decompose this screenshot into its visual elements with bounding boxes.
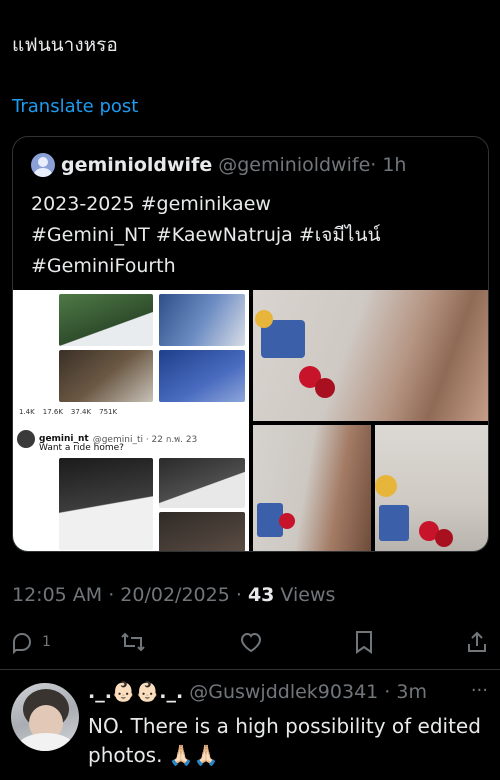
more-options-icon[interactable]: ··· bbox=[471, 680, 488, 701]
divider bbox=[0, 669, 500, 670]
translate-post-link[interactable]: Translate post bbox=[12, 96, 138, 117]
action-bar: 1 bbox=[0, 624, 500, 662]
reply-button[interactable]: 1 bbox=[10, 624, 51, 660]
post-text: แฟนนางหรอ bbox=[12, 34, 118, 56]
quoted-post-header: geminioldwife @geminioldwife · 1h bbox=[31, 153, 406, 177]
share-button[interactable] bbox=[465, 624, 489, 660]
media-photo-4[interactable] bbox=[375, 425, 488, 551]
quoted-text-line-1: 2023-2025 #geminikaew bbox=[31, 193, 271, 215]
screenshot-text: Want a ride home? bbox=[39, 443, 124, 453]
quoted-post-text: 2023-2025 #geminikaew #Gemini_NT #KaewNa… bbox=[31, 189, 471, 282]
media-photo-3[interactable] bbox=[253, 425, 371, 551]
quoted-post-time: · 1h bbox=[370, 154, 407, 176]
quoted-post[interactable]: geminioldwife @geminioldwife · 1h 2023-2… bbox=[12, 136, 489, 552]
views-count: 43 bbox=[247, 584, 275, 606]
quoted-author-handle[interactable]: @geminioldwife bbox=[218, 154, 370, 176]
post-meta: 12:05 AM · 20/02/2025 · 43 Views bbox=[12, 584, 335, 606]
quoted-text-line-2: #Gemini_NT #KaewNatruja #เจมีไนน์ bbox=[31, 224, 381, 246]
reply-author-handle[interactable]: @Guswjddlek90341 · 3m bbox=[183, 681, 427, 703]
avatar[interactable] bbox=[11, 683, 79, 751]
views-label: Views bbox=[274, 584, 336, 606]
reply-icon bbox=[13, 632, 32, 654]
avatar[interactable] bbox=[31, 153, 55, 177]
reply-author-name[interactable]: ._.👶🏻👶🏻._. bbox=[88, 681, 183, 703]
reply-count: 1 bbox=[42, 634, 51, 650]
bookmark-icon bbox=[356, 631, 372, 654]
avatar bbox=[17, 430, 35, 448]
retweet-icon bbox=[121, 632, 145, 652]
media-photo-2[interactable] bbox=[253, 290, 488, 421]
retweet-button[interactable] bbox=[120, 624, 146, 660]
like-button[interactable] bbox=[238, 624, 264, 660]
share-icon bbox=[468, 631, 486, 652]
reply-text: NO. There is a high possibility of edite… bbox=[88, 714, 481, 767]
media-grid: 1.4K 17.6K 37.4K 751K gemini_nt @gemini_… bbox=[13, 290, 488, 551]
like-icon bbox=[240, 632, 262, 653]
quoted-author-name[interactable]: geminioldwife bbox=[61, 154, 212, 176]
screenshot-stats: 1.4K 17.6K 37.4K 751K bbox=[19, 408, 118, 416]
post-timestamp[interactable]: 12:05 AM · 20/02/2025 · bbox=[12, 584, 248, 606]
bookmark-button[interactable] bbox=[353, 624, 375, 660]
reply-header: ._.👶🏻👶🏻._. @Guswjddlek90341 · 3m bbox=[88, 680, 427, 703]
quoted-text-line-3: #GeminiFourth bbox=[31, 255, 176, 277]
media-screenshot-image[interactable]: 1.4K 17.6K 37.4K 751K gemini_nt @gemini_… bbox=[13, 290, 249, 551]
